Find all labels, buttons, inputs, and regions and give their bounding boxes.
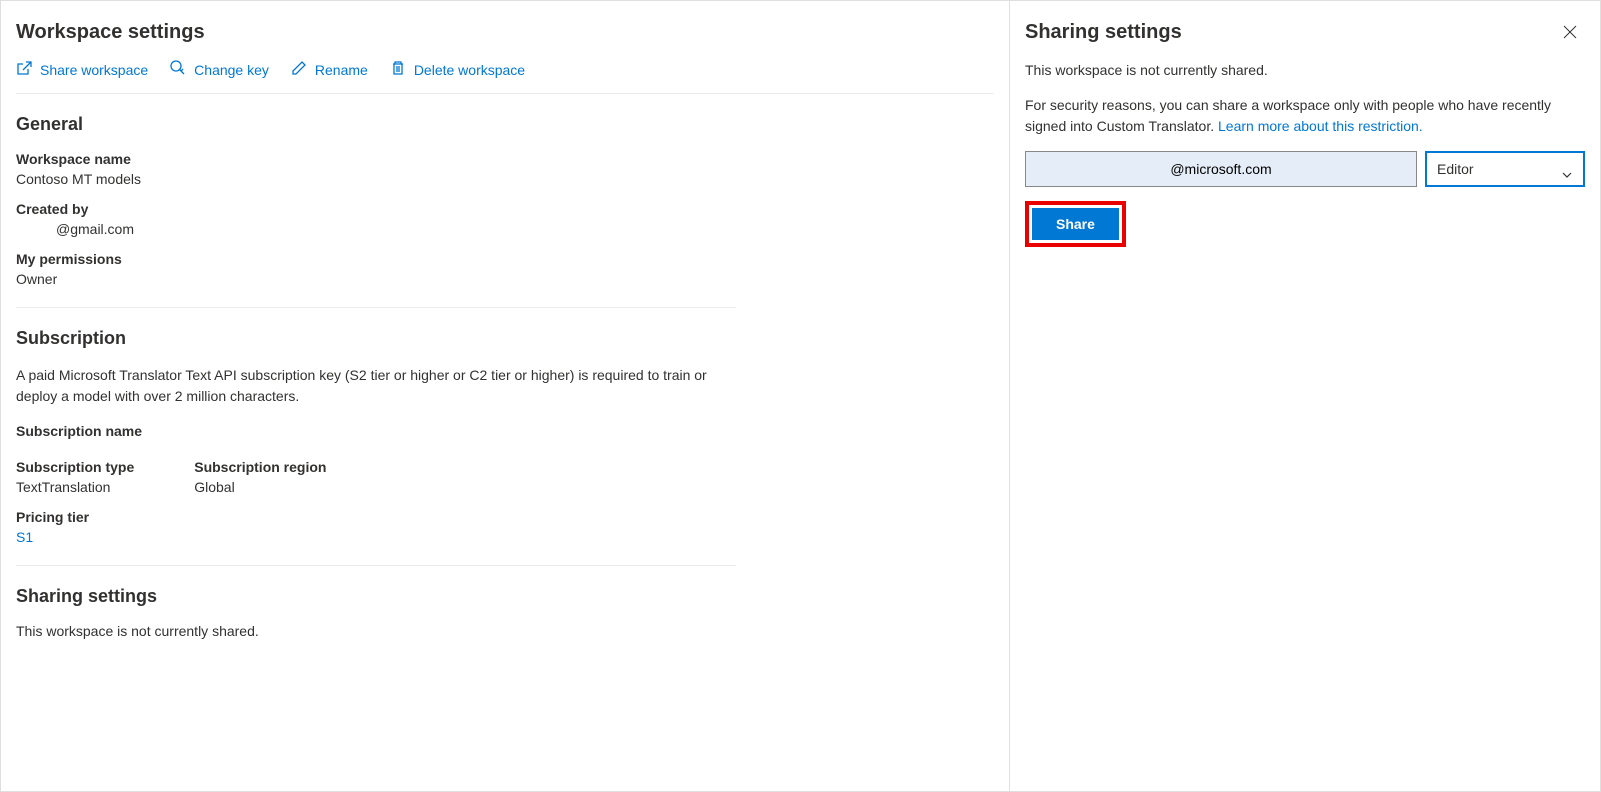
subscription-heading: Subscription [16,328,994,349]
change-key-button[interactable]: Change key [170,60,269,79]
role-select-value: Editor [1437,161,1474,177]
workspace-settings-panel: Workspace settings Share workspace Chang… [1,1,1010,791]
pricing-tier-label: Pricing tier [16,509,994,525]
pricing-tier-value: S1 [16,529,994,545]
page-title: Workspace settings [16,21,994,44]
toolbar-label: Share workspace [40,62,148,78]
subscription-region-value: Global [194,479,326,495]
workspace-name-value: Contoso MT models [16,171,994,187]
toolbar-label: Delete workspace [414,62,525,78]
edit-icon [291,60,307,79]
share-button-highlight: Share [1025,201,1126,247]
share-email-input[interactable] [1025,151,1417,187]
share-workspace-button[interactable]: Share workspace [16,60,148,79]
panel-status: This workspace is not currently shared. [1025,60,1585,81]
general-heading: General [16,114,994,135]
toolbar: Share workspace Change key Rename Delete… [16,60,994,94]
sharing-status: This workspace is not currently shared. [16,623,994,639]
sharing-settings-panel: Sharing settings This workspace is not c… [1010,1,1600,791]
subscription-type-value: TextTranslation [16,479,134,495]
rename-button[interactable]: Rename [291,60,368,79]
divider [16,307,736,308]
toolbar-label: Rename [315,62,368,78]
key-icon [170,60,186,79]
permissions-value: Owner [16,271,994,287]
share-button[interactable]: Share [1032,208,1119,240]
created-by-value: @gmail.com [16,221,994,237]
trash-icon [390,60,406,79]
sharing-heading: Sharing settings [16,586,994,607]
panel-security-note: For security reasons, you can share a wo… [1025,95,1585,137]
subscription-description: A paid Microsoft Translator Text API sub… [16,365,736,407]
toolbar-label: Change key [194,62,269,78]
workspace-name-label: Workspace name [16,151,994,167]
panel-title: Sharing settings [1025,21,1585,44]
learn-more-link[interactable]: Learn more about this restriction. [1218,118,1423,134]
role-select[interactable]: Editor [1425,151,1585,187]
created-by-label: Created by [16,201,994,217]
subscription-region-label: Subscription region [194,459,326,475]
share-icon [16,60,32,79]
divider [16,565,736,566]
permissions-label: My permissions [16,251,994,267]
subscription-name-label: Subscription name [16,423,994,439]
delete-workspace-button[interactable]: Delete workspace [390,60,525,79]
subscription-type-label: Subscription type [16,459,134,475]
close-icon [1562,24,1578,43]
close-button[interactable] [1560,23,1580,43]
